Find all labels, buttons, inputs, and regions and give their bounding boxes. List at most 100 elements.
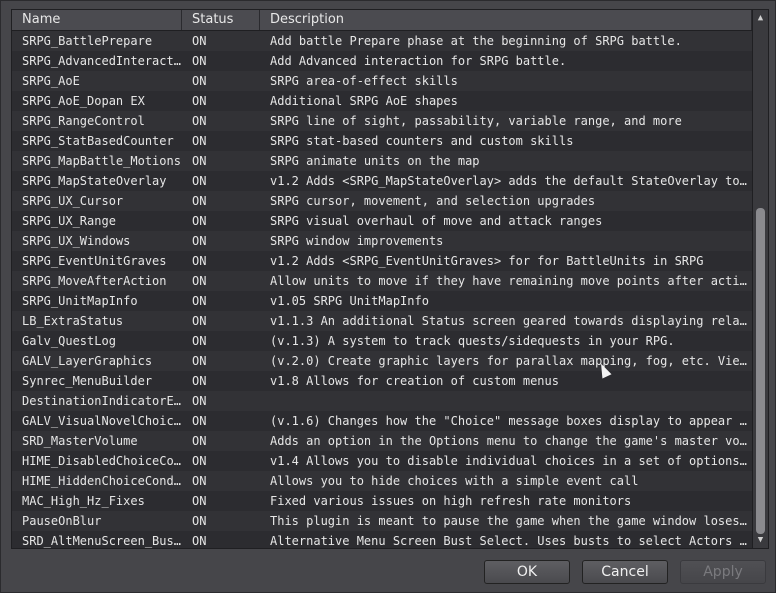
table-row[interactable]: Galv_QuestLog ON (v.1.3) A system to track… xyxy=(12,331,752,351)
table-row[interactable]: MAC_High_Hz_Fixes ON Fixed various issues … xyxy=(12,491,752,511)
table-row[interactable]: SRPG_UX_Windows ON SRPG window improvement… xyxy=(12,231,752,251)
table-row[interactable]: SRPG_AdvancedInteract… ON Add Advanced int… xyxy=(12,51,752,71)
plugin-description: v1.05 SRPG UnitMapInfo xyxy=(270,294,429,308)
plugin-name: SRPG_AdvancedInteract… xyxy=(22,54,181,68)
plugin-description: SRPG line of sight, passability, variabl… xyxy=(270,114,682,128)
scroll-thumb[interactable] xyxy=(756,208,765,534)
table-row[interactable]: GALV_VisualNovelChoices ON (v.1.6) Changes… xyxy=(12,411,752,431)
table-row[interactable]: SRPG_UX_Cursor ON SRPG cursor, movement, a… xyxy=(12,191,752,211)
apply-button[interactable]: Apply xyxy=(680,560,766,584)
plugin-list[interactable]: Name Status Description SRPG_BattlePrepa… xyxy=(11,9,769,549)
table-row[interactable]: SRPG_MoveAfterAction ON Allow units to mov… xyxy=(12,271,752,291)
plugin-description: v1.2 Adds <SRPG_MapStateOverlay> adds th… xyxy=(270,174,752,188)
plugin-status: ON xyxy=(192,414,207,428)
plugin-name: GALV_LayerGraphics xyxy=(22,354,153,368)
plugin-name: SRPG_EventUnitGraves xyxy=(22,254,167,268)
table-row[interactable]: DestinationIndicatorE… ON xyxy=(12,391,752,411)
plugin-name: SRPG_UX_Range xyxy=(22,214,116,228)
plugin-description: v1.1.3 An additional Status screen geare… xyxy=(270,314,752,328)
plugin-description: Fixed various issues on high refresh rat… xyxy=(270,494,632,508)
plugin-status: ON xyxy=(192,214,207,228)
table-row[interactable]: SRPG_EventUnitGraves ON v1.2 Adds <SRPG_Ev… xyxy=(12,251,752,271)
plugin-description: Allow units to move if they have remaini… xyxy=(270,274,752,288)
plugin-name: Synrec_MenuBuilder xyxy=(22,374,153,388)
plugin-status: ON xyxy=(192,474,207,488)
plugin-manager-window: Name Status Description SRPG_BattlePrepa… xyxy=(0,0,776,593)
plugin-status: ON xyxy=(192,94,207,108)
plugin-description: Additional SRPG AoE shapes xyxy=(270,94,458,108)
plugin-description: Add battle Prepare phase at the beginnin… xyxy=(270,34,682,48)
table-row[interactable]: SRPG_UX_Range ON SRPG visual overhaul of m… xyxy=(12,211,752,231)
plugin-description: (v.1.6) Changes how the "Choice" message… xyxy=(270,414,752,428)
plugin-rows: SRPG_BattlePrepare ON Add battle Prepare p… xyxy=(12,31,752,548)
table-row[interactable]: SRD_AltMenuScreen_Bus… ON Alternative Menu… xyxy=(12,531,752,548)
table-row[interactable]: GALV_LayerGraphics ON (v.2.0) Create graph… xyxy=(12,351,752,371)
table-row[interactable]: SRPG_RangeControl ON SRPG line of sight, p… xyxy=(12,111,752,131)
ok-button[interactable]: OK xyxy=(484,560,570,584)
table-row[interactable]: HIME_DisabledChoiceCo… ON v1.4 Allows you … xyxy=(12,451,752,471)
plugin-status: ON xyxy=(192,234,207,248)
plugin-status: ON xyxy=(192,454,207,468)
plugin-name: SRPG_MapStateOverlay xyxy=(22,174,167,188)
plugin-description: SRPG cursor, movement, and selection upg… xyxy=(270,194,596,208)
plugin-status: ON xyxy=(192,434,207,448)
table-row[interactable]: SRPG_StatBasedCounter ON SRPG stat-based c… xyxy=(12,131,752,151)
table-row[interactable]: Synrec_MenuBuilder ON v1.8 Allows for crea… xyxy=(12,371,752,391)
plugin-status: ON xyxy=(192,534,207,548)
plugin-name: DestinationIndicatorE… xyxy=(22,394,181,408)
plugin-name: SRPG_StatBasedCounter xyxy=(22,134,174,148)
plugin-status: ON xyxy=(192,374,207,388)
plugin-name: HIME_DisabledChoiceCo… xyxy=(22,454,181,468)
plugin-status: ON xyxy=(192,514,207,528)
table-row[interactable]: HIME_HiddenChoiceCond… ON Allows you to hi… xyxy=(12,471,752,491)
plugin-name: PauseOnBlur xyxy=(22,514,102,528)
plugin-name: HIME_HiddenChoiceCond… xyxy=(22,474,181,488)
plugin-status: ON xyxy=(192,174,207,188)
plugin-status: ON xyxy=(192,314,207,328)
plugin-name: SRPG_UX_Windows xyxy=(22,234,131,248)
plugin-name: SRD_MasterVolume xyxy=(22,434,138,448)
plugin-description: Adds an option in the Options menu to ch… xyxy=(270,434,752,448)
plugin-status: ON xyxy=(192,334,207,348)
plugin-status: ON xyxy=(192,294,207,308)
plugin-name: MAC_High_Hz_Fixes xyxy=(22,494,145,508)
plugin-status: ON xyxy=(192,114,207,128)
table-row[interactable]: SRPG_MapStateOverlay ON v1.2 Adds <SRPG_Ma… xyxy=(12,171,752,191)
table-row[interactable]: SRPG_UnitMapInfo ON v1.05 SRPG UnitMapInfo xyxy=(12,291,752,311)
plugin-description: v1.4 Allows you to disable individual ch… xyxy=(270,454,752,468)
plugin-status: ON xyxy=(192,34,207,48)
plugin-status: ON xyxy=(192,254,207,268)
cancel-button[interactable]: Cancel xyxy=(582,560,668,584)
plugin-status: ON xyxy=(192,54,207,68)
plugin-description: SRPG area-of-effect skills xyxy=(270,74,458,88)
column-header-description[interactable]: Description xyxy=(260,10,752,30)
table-row[interactable]: SRPG_AoE_Dopan EX ON Additional SRPG AoE s… xyxy=(12,91,752,111)
table-row[interactable]: PauseOnBlur ON This plugin is meant to pau… xyxy=(12,511,752,531)
plugin-description: (v.1.3) A system to track quests/sideque… xyxy=(270,334,675,348)
plugin-description: Allows you to hide choices with a simple… xyxy=(270,474,639,488)
list-header: Name Status Description xyxy=(12,10,752,31)
table-row[interactable]: SRPG_BattlePrepare ON Add battle Prepare p… xyxy=(12,31,752,51)
plugin-name: SRPG_BattlePrepare xyxy=(22,34,153,48)
arrow-down-icon[interactable]: ▼ xyxy=(755,534,766,546)
table-row[interactable]: SRD_MasterVolume ON Adds an option in the … xyxy=(12,431,752,451)
plugin-description: Add Advanced interaction for SRPG battle… xyxy=(270,54,567,68)
plugin-name: GALV_VisualNovelChoices xyxy=(22,414,182,428)
table-row[interactable]: SRPG_MapBattle_Motions ON SRPG animate uni… xyxy=(12,151,752,171)
plugin-name: Galv_QuestLog xyxy=(22,334,116,348)
plugin-status: ON xyxy=(192,194,207,208)
plugin-description: v1.2 Adds <SRPG_EventUnitGraves> for for… xyxy=(270,254,704,268)
column-header-name[interactable]: Name xyxy=(12,10,182,30)
plugin-name: SRPG_MoveAfterAction xyxy=(22,274,167,288)
plugin-status: ON xyxy=(192,274,207,288)
table-row[interactable]: LB_ExtraStatus ON v1.1.3 An additional Sta… xyxy=(12,311,752,331)
plugin-description xyxy=(260,391,752,411)
plugin-status: ON xyxy=(192,134,207,148)
plugin-name: SRPG_UX_Cursor xyxy=(22,194,124,208)
table-row[interactable]: SRPG_AoE ON SRPG area-of-effect skills xyxy=(12,71,752,91)
plugin-description: (v.2.0) Create graphic layers for parall… xyxy=(270,354,752,368)
vertical-scrollbar[interactable]: ▲ ▼ xyxy=(752,10,768,548)
arrow-up-icon[interactable]: ▲ xyxy=(755,12,766,24)
column-header-status[interactable]: Status xyxy=(182,10,260,30)
plugin-name: SRPG_RangeControl xyxy=(22,114,145,128)
